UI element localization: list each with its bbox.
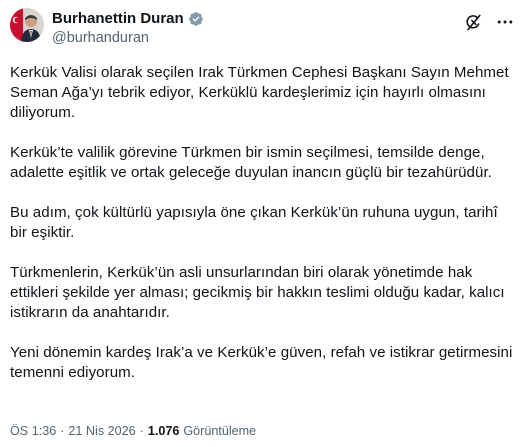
meta-separator: · <box>60 424 65 438</box>
tweet-metadata: ÖS 1:36 · 21 Nis 2026 · 1.076 Görüntülem… <box>10 424 256 438</box>
name-row: Burhanettin Duran <box>52 9 204 28</box>
avatar[interactable] <box>10 8 44 42</box>
tweet-paragraph: Kerkük Valisi olarak seçilen Irak Türkme… <box>10 64 509 121</box>
display-name[interactable]: Burhanettin Duran <box>52 10 184 27</box>
tweet-paragraph: Türkmenlerin, Kerkük’ün asli unsurlarınd… <box>10 264 505 321</box>
tweet-actions <box>463 12 515 32</box>
user-handle[interactable]: @burhanduran <box>52 30 204 46</box>
tweet-card: Burhanettin Duran @burhanduran Kerkük Va… <box>0 0 525 447</box>
profile-photo-with-flag <box>10 8 44 42</box>
grok-icon[interactable] <box>463 12 483 32</box>
views-label: Görüntüleme <box>183 424 257 438</box>
verified-badge-icon[interactable] <box>188 11 204 27</box>
tweet-paragraph: Yeni dönemin kardeş Irak’a ve Kerkük’e g… <box>10 344 513 381</box>
tweet-paragraph: Kerkük’te valilik görevine Türkmen bir i… <box>10 144 492 181</box>
more-icon[interactable] <box>495 12 515 32</box>
meta-separator: · <box>139 424 144 438</box>
views-count: 1.076 <box>147 424 180 438</box>
tweet-time[interactable]: ÖS 1:36 <box>10 424 56 438</box>
tweet-date[interactable]: 21 Nis 2026 <box>68 424 135 438</box>
tweet-paragraph: Bu adım, çok kültürlü yapısıyla öne çıka… <box>10 204 498 241</box>
tweet-text: Kerkük Valisi olarak seçilen Irak Türkme… <box>10 63 515 403</box>
author-info[interactable]: Burhanettin Duran @burhanduran <box>52 9 204 46</box>
